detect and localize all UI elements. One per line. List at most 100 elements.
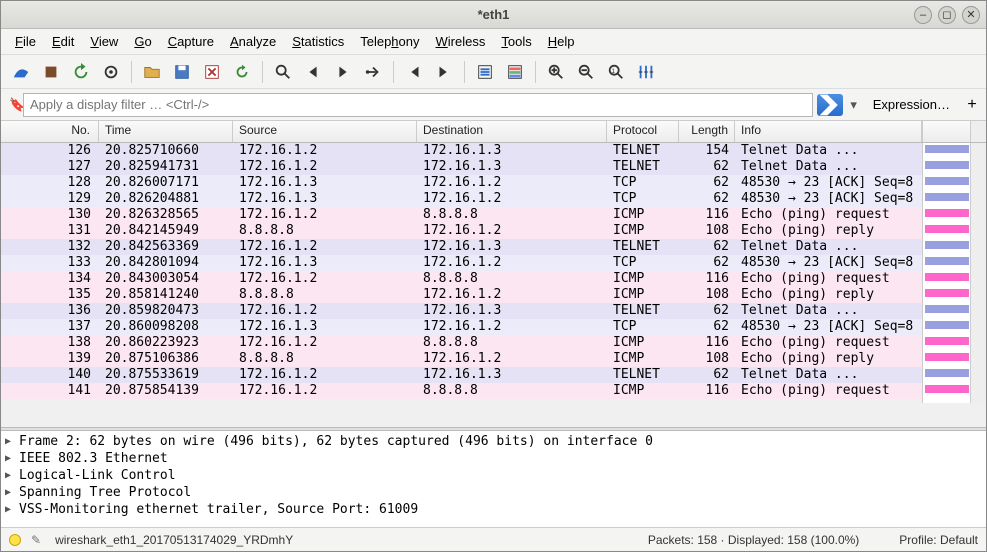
apply-filter-button[interactable] [817,94,843,116]
profile-label[interactable]: Profile: Default [899,533,978,547]
column-header-no[interactable]: No. [1,121,99,142]
menu-edit[interactable]: Edit [46,31,80,52]
packet-row[interactable]: 13920.8751063868.8.8.8172.16.1.2ICMP108E… [1,351,922,367]
packet-row[interactable]: 14020.875533619172.16.1.2172.16.1.3TELNE… [1,367,922,383]
capture-comments-icon[interactable]: ✎ [31,533,41,547]
cell-proto: ICMP [607,383,679,399]
cell-time: 20.842145949 [99,223,233,239]
packet-row[interactable]: 12820.826007171172.16.1.3172.16.1.2TCP62… [1,175,922,191]
detail-tree-item[interactable]: ▶Frame 2: 62 bytes on wire (496 bits), 6… [5,433,982,450]
packet-row[interactable]: 13320.842801094172.16.1.3172.16.1.2TCP62… [1,255,922,271]
menu-help[interactable]: Help [542,31,581,52]
cell-dst: 8.8.8.8 [417,383,607,399]
packet-minimap[interactable] [922,143,970,403]
menu-wireless[interactable]: Wireless [430,31,492,52]
tree-expand-icon[interactable]: ▶ [5,470,19,481]
tree-expand-icon[interactable]: ▶ [5,436,19,447]
first-icon[interactable] [400,58,428,86]
menu-view[interactable]: View [84,31,124,52]
menu-file[interactable]: File [9,31,42,52]
cell-info: Telnet Data ... [735,239,922,255]
find-icon[interactable] [269,58,297,86]
cell-len: 62 [679,175,735,191]
zoom-reset-icon[interactable]: 1 [602,58,630,86]
cell-time: 20.843003054 [99,271,233,287]
cell-info: 48530 → 23 [ACK] Seq=8 [735,175,922,191]
packet-row[interactable]: 13120.8421459498.8.8.8172.16.1.2ICMP108E… [1,223,922,239]
filter-expression-button[interactable]: Expression… [865,97,958,112]
resize-cols-icon[interactable] [632,58,660,86]
packet-list[interactable]: 12620.825710660172.16.1.2172.16.1.3TELNE… [1,143,986,427]
minimize-button[interactable]: – [914,6,932,24]
menu-telephony[interactable]: Telephony [354,31,425,52]
colorize-icon[interactable] [501,58,529,86]
shark-fin-icon[interactable] [7,58,35,86]
autoscroll-icon[interactable] [471,58,499,86]
detail-tree-item[interactable]: ▶Spanning Tree Protocol [5,484,982,501]
close-button[interactable]: ✕ [962,6,980,24]
cell-dst: 172.16.1.2 [417,175,607,191]
cell-info: 48530 → 23 [ACK] Seq=8 [735,191,922,207]
cell-no: 136 [1,303,99,319]
tree-expand-icon[interactable]: ▶ [5,487,19,498]
menu-capture[interactable]: Capture [162,31,220,52]
column-header-time[interactable]: Time [99,121,233,142]
cell-info: 48530 → 23 [ACK] Seq=8 [735,319,922,335]
cell-dst: 172.16.1.2 [417,255,607,271]
display-filter-input[interactable] [23,93,813,117]
add-filter-button[interactable]: + [962,96,982,114]
menu-tools[interactable]: Tools [495,31,537,52]
cell-dst: 8.8.8.8 [417,335,607,351]
menu-statistics[interactable]: Statistics [286,31,350,52]
toolbar-separator [535,61,536,83]
packet-list-scrollbar[interactable] [970,143,986,403]
packet-row[interactable]: 13820.860223923172.16.1.28.8.8.8ICMP116E… [1,335,922,351]
cell-no: 128 [1,175,99,191]
zoom-out-icon[interactable] [572,58,600,86]
cell-proto: TELNET [607,239,679,255]
column-header-source[interactable]: Source [233,121,417,142]
expert-info-led-icon[interactable] [9,534,21,546]
goto-icon[interactable] [359,58,387,86]
menu-go[interactable]: Go [128,31,157,52]
packet-row[interactable]: 13520.8581412408.8.8.8172.16.1.2ICMP108E… [1,287,922,303]
packet-row[interactable]: 13620.859820473172.16.1.2172.16.1.3TELNE… [1,303,922,319]
last-icon[interactable] [430,58,458,86]
save-icon[interactable] [168,58,196,86]
packet-details-pane[interactable]: ▶Frame 2: 62 bytes on wire (496 bits), 6… [1,431,986,527]
close-icon[interactable] [198,58,226,86]
detail-tree-item[interactable]: ▶Logical-Link Control [5,467,982,484]
packet-row[interactable]: 13220.842563369172.16.1.2172.16.1.3TELNE… [1,239,922,255]
packet-row[interactable]: 13020.826328565172.16.1.28.8.8.8ICMP116E… [1,207,922,223]
restart-icon[interactable] [67,58,95,86]
next-icon[interactable] [329,58,357,86]
stop-icon[interactable] [37,58,65,86]
detail-tree-item[interactable]: ▶IEEE 802.3 Ethernet [5,450,982,467]
tree-expand-icon[interactable]: ▶ [5,504,19,515]
column-header-protocol[interactable]: Protocol [607,121,679,142]
packet-row[interactable]: 12720.825941731172.16.1.2172.16.1.3TELNE… [1,159,922,175]
cell-no: 137 [1,319,99,335]
packet-row[interactable]: 12920.826204881172.16.1.3172.16.1.2TCP62… [1,191,922,207]
packet-row[interactable]: 13420.843003054172.16.1.28.8.8.8ICMP116E… [1,271,922,287]
scrollbar-header [970,121,986,142]
reload-icon[interactable] [228,58,256,86]
maximize-button[interactable]: ◻ [938,6,956,24]
column-header-length[interactable]: Length [679,121,735,142]
cell-proto: ICMP [607,287,679,303]
options-icon[interactable] [97,58,125,86]
packet-row[interactable]: 13720.860098208172.16.1.3172.16.1.2TCP62… [1,319,922,335]
cell-time: 20.825941731 [99,159,233,175]
column-header-info[interactable]: Info [735,121,922,142]
tree-expand-icon[interactable]: ▶ [5,453,19,464]
packet-row[interactable]: 12620.825710660172.16.1.2172.16.1.3TELNE… [1,143,922,159]
menu-analyze[interactable]: Analyze [224,31,282,52]
bookmark-icon[interactable]: 🔖 [5,97,19,113]
prev-icon[interactable] [299,58,327,86]
packet-row[interactable]: 14120.875854139172.16.1.28.8.8.8ICMP116E… [1,383,922,399]
column-header-dest[interactable]: Destination [417,121,607,142]
filter-history-dropdown[interactable]: ▾ [847,97,861,113]
zoom-in-icon[interactable] [542,58,570,86]
open-icon[interactable] [138,58,166,86]
detail-tree-item[interactable]: ▶VSS-Monitoring ethernet trailer, Source… [5,501,982,518]
